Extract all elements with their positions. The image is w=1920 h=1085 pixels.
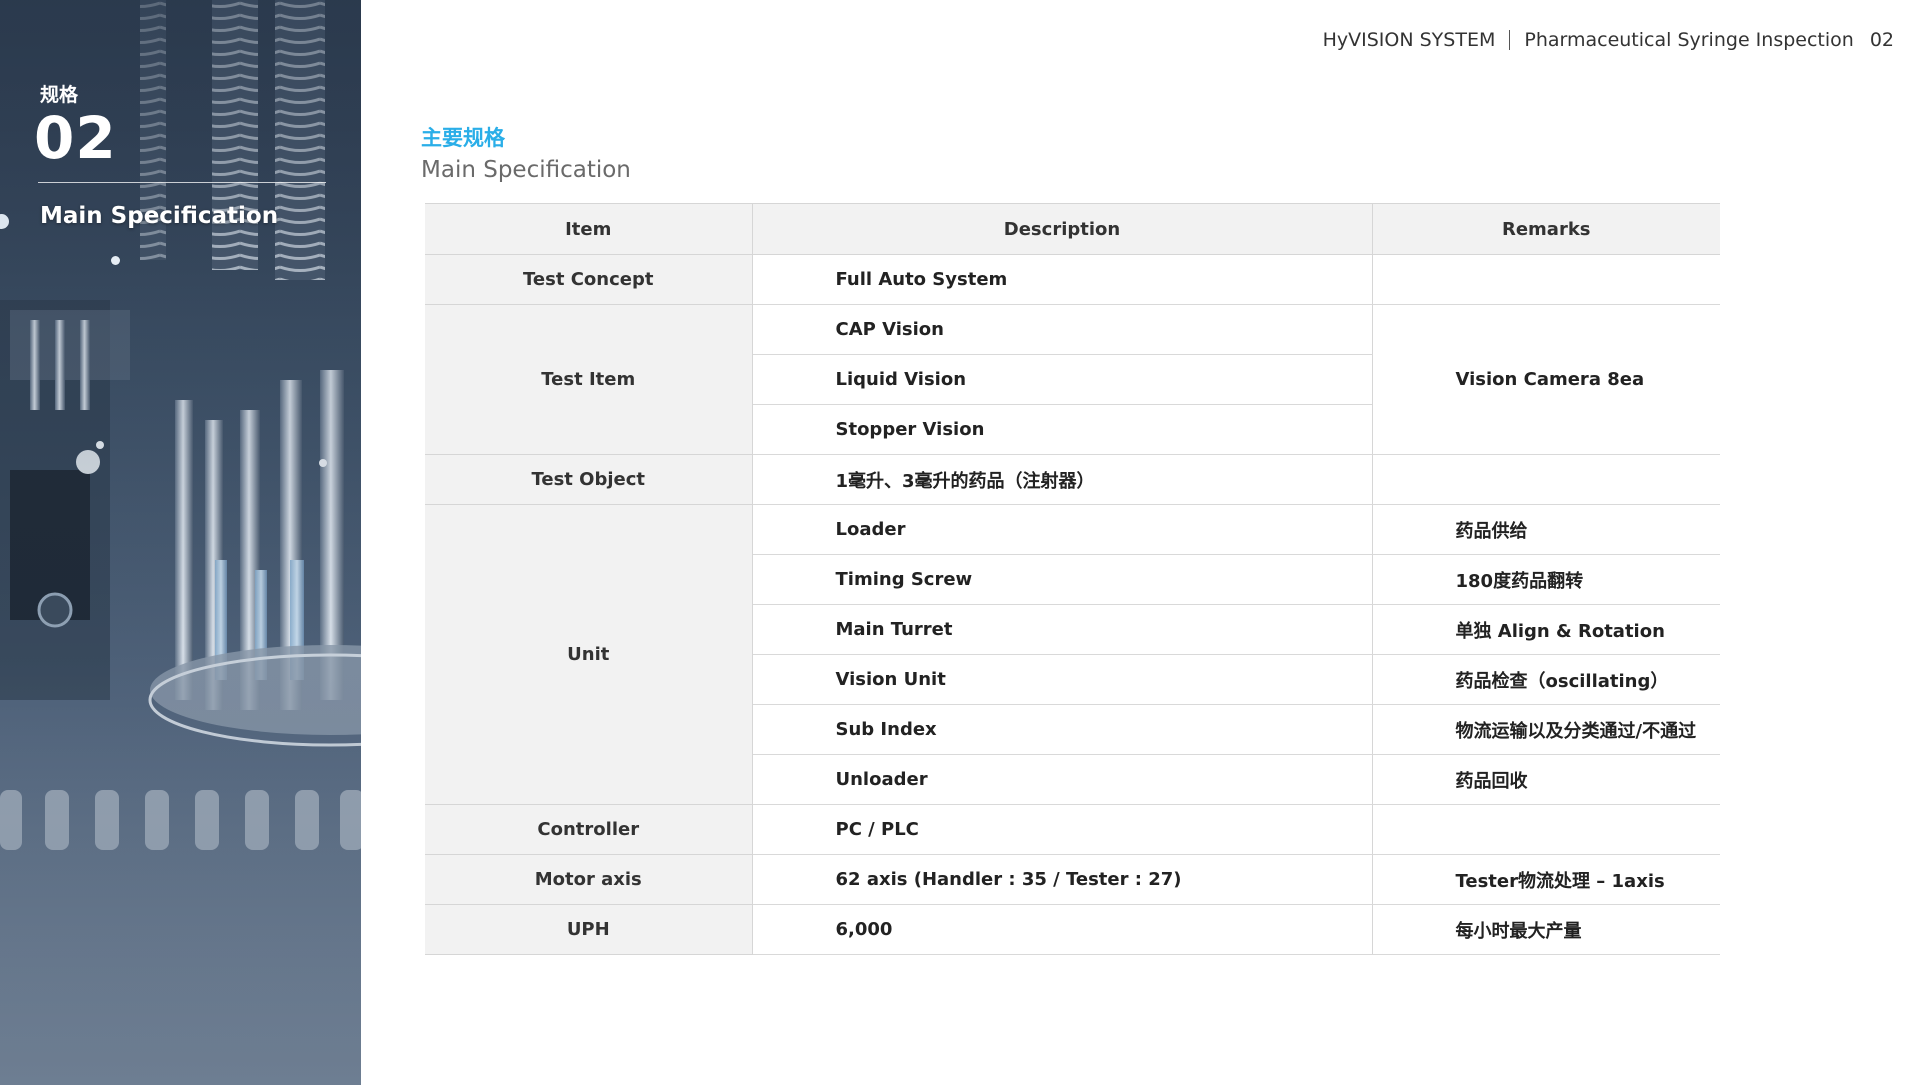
description-cell: Main Turret (752, 604, 1372, 655)
remarks-cell: Tester物流处理 – 1axis (1371, 854, 1720, 905)
description-cell: PC / PLC (752, 804, 1372, 855)
description-cell: Liquid Vision (752, 354, 1372, 405)
table-row: Test Object 1毫升、3毫升的药品（注射器） (425, 454, 1720, 505)
description-cell: Stopper Vision (752, 404, 1372, 455)
remarks-cell (1371, 254, 1720, 305)
header-brand: HyVISION SYSTEM (1322, 29, 1496, 51)
table-row: Test Concept Full Auto System (425, 254, 1720, 305)
column-header-item: Item (425, 203, 752, 255)
table-row: UPH 6,000 每小时最大产量 (425, 904, 1720, 955)
sidebar-section-title: Main Specification (40, 203, 279, 229)
column-header-remarks: Remarks (1371, 203, 1720, 255)
table-row: Unit Loader 药品供给 (425, 504, 1720, 805)
sidebar-divider (38, 182, 326, 183)
remarks-cell: 药品检查（oscillating） (1371, 654, 1720, 705)
remarks-cell: 药品回收 (1371, 754, 1720, 805)
description-cell: Sub Index (752, 704, 1372, 755)
description-cell: Timing Screw (752, 554, 1372, 605)
header-document-title: Pharmaceutical Syringe Inspection (1524, 29, 1854, 51)
section-title-cn: 主要规格 (421, 126, 505, 150)
sidebar-panel: 规格 02 Main Specification (0, 0, 361, 1085)
item-cell: Test Item (425, 304, 753, 455)
description-cell: Loader (752, 504, 1372, 555)
sidebar-dot (111, 256, 120, 265)
sidebar-section-number: 02 (34, 104, 117, 172)
column-header-description: Description (751, 203, 1372, 255)
item-cell: UPH (425, 904, 753, 955)
description-cell: CAP Vision (752, 304, 1372, 355)
remarks-cell: 180度药品翻转 (1371, 554, 1720, 605)
header-page-number: 02 (1869, 29, 1894, 51)
description-cell: 6,000 (752, 904, 1372, 955)
item-cell: Test Object (425, 454, 753, 505)
section-title-en: Main Specification (421, 157, 631, 183)
description-cell: Unloader (752, 754, 1372, 805)
item-cell: Unit (425, 504, 753, 805)
remarks-cell: 药品供给 (1371, 504, 1720, 555)
remarks-cell: 单独 Align & Rotation (1371, 604, 1720, 655)
table-row: Test Item CAP Vision Vision Camera 8ea (425, 304, 1720, 455)
table-header-row: Item Description Remarks (425, 203, 1720, 255)
header-divider (1509, 30, 1511, 50)
remarks-cell (1371, 454, 1720, 505)
page-header: HyVISION SYSTEM Pharmaceutical Syringe I… (1323, 29, 1894, 51)
table-row: Controller PC / PLC (425, 804, 1720, 855)
sidebar-chinese-label: 规格 (40, 84, 79, 106)
description-cell: Vision Unit (752, 654, 1372, 705)
remarks-cell: 物流运输以及分类通过/不通过 (1371, 704, 1720, 755)
description-cell: 1毫升、3毫升的药品（注射器） (752, 454, 1372, 505)
table-row: Motor axis 62 axis (Handler : 35 / Teste… (425, 854, 1720, 905)
item-cell: Controller (425, 804, 753, 855)
remarks-cell (1371, 804, 1720, 855)
spec-table: Item Description Remarks Test Concept Fu… (425, 203, 1720, 955)
remarks-cell: Vision Camera 8ea (1371, 304, 1720, 455)
item-cell: Test Concept (425, 254, 753, 305)
item-cell: Motor axis (425, 854, 753, 905)
description-cell: Full Auto System (752, 254, 1372, 305)
remarks-cell: 每小时最大产量 (1371, 904, 1720, 955)
description-cell: 62 axis (Handler : 35 / Tester : 27) (752, 854, 1372, 905)
